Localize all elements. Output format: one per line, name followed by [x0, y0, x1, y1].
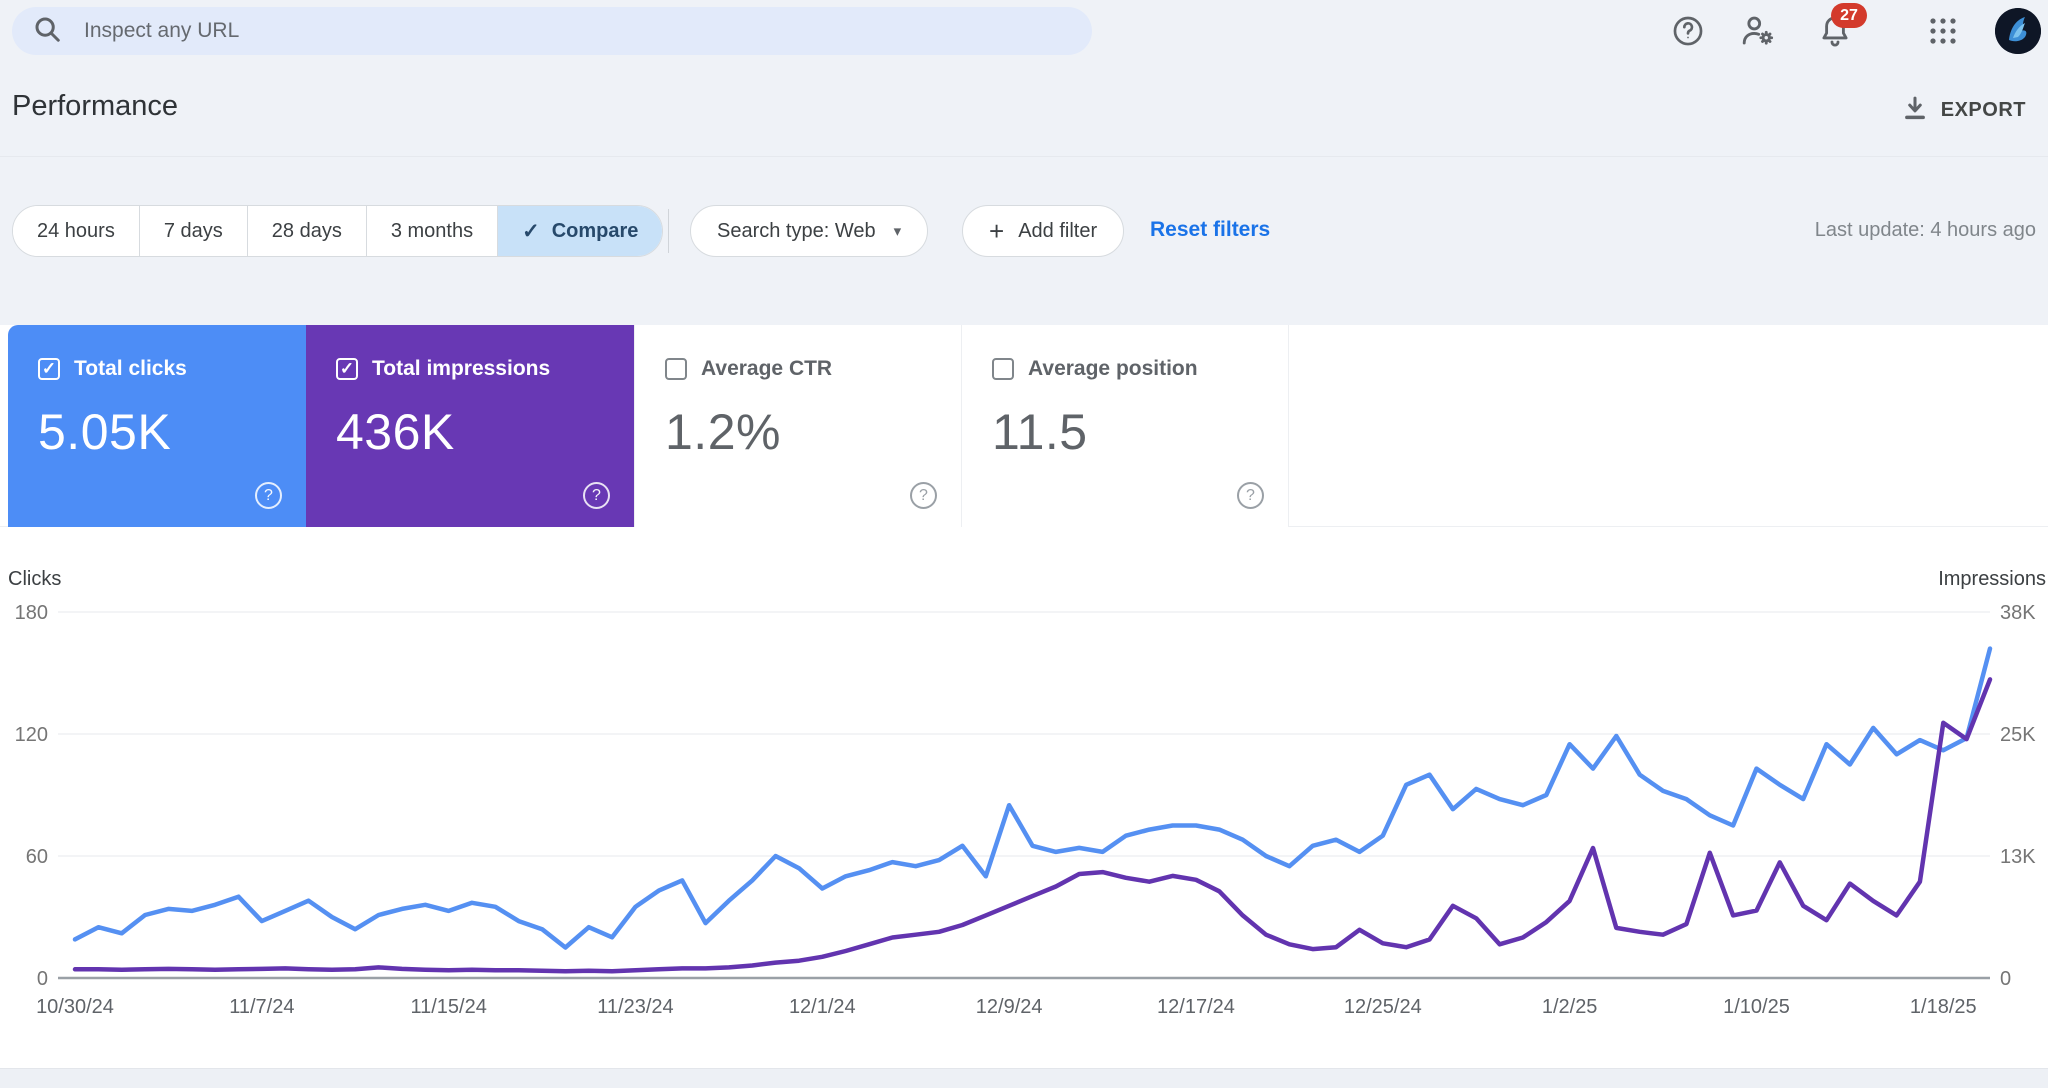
search-type-label: Search type: Web — [717, 220, 876, 243]
range-24-hours[interactable]: 24 hours — [13, 206, 140, 256]
compare-toggle[interactable]: ✓ Compare — [498, 206, 662, 256]
user-settings-icon[interactable] — [1734, 7, 1782, 55]
search-type-dropdown[interactable]: Search type: Web ▾ — [690, 205, 928, 257]
svg-text:12/25/24: 12/25/24 — [1344, 996, 1422, 1018]
svg-text:12/17/24: 12/17/24 — [1157, 996, 1235, 1018]
help-icon[interactable]: ? — [583, 482, 610, 509]
range-3-months[interactable]: 3 months — [367, 206, 498, 256]
metric-cards: ✓ Total clicks 5.05K ? ✓ Total impressio… — [0, 325, 2048, 527]
svg-text:Clicks: Clicks — [8, 568, 61, 590]
svg-text:38K: 38K — [2000, 602, 2036, 624]
svg-text:10/30/24: 10/30/24 — [36, 996, 114, 1018]
card-label: Total impressions — [372, 357, 550, 381]
svg-text:25K: 25K — [2000, 724, 2036, 746]
help-icon[interactable]: ? — [1237, 482, 1264, 509]
performance-panel: ✓ Total clicks 5.05K ? ✓ Total impressio… — [0, 325, 2048, 1068]
checkbox-average-position[interactable] — [992, 358, 1014, 380]
svg-text:0: 0 — [2000, 968, 2011, 990]
reset-filters-link[interactable]: Reset filters — [1150, 218, 1270, 242]
filter-separator — [668, 209, 669, 253]
svg-text:1/10/25: 1/10/25 — [1723, 996, 1790, 1018]
page-header: Performance EXPORT — [0, 64, 2048, 157]
date-range-group: 24 hours 7 days 28 days 3 months ✓ Compa… — [12, 205, 663, 257]
check-icon: ✓ — [522, 219, 540, 244]
svg-text:Impressions: Impressions — [1938, 568, 2046, 590]
total-impressions-value: 436K — [336, 403, 634, 461]
checkbox-total-impressions[interactable]: ✓ — [336, 358, 358, 380]
help-button[interactable] — [1664, 7, 1712, 55]
card-total-impressions[interactable]: ✓ Total impressions 436K ? — [306, 325, 634, 527]
plus-icon: + — [989, 218, 1004, 244]
range-7-days[interactable]: 7 days — [140, 206, 248, 256]
average-ctr-value: 1.2% — [665, 403, 961, 461]
search-input[interactable] — [84, 19, 984, 43]
svg-text:1/2/25: 1/2/25 — [1542, 996, 1598, 1018]
svg-text:11/23/24: 11/23/24 — [597, 996, 673, 1018]
total-clicks-value: 5.05K — [38, 403, 306, 461]
svg-text:11/7/24: 11/7/24 — [229, 996, 294, 1018]
apps-grid-icon[interactable] — [1919, 7, 1967, 55]
filter-row: 24 hours 7 days 28 days 3 months ✓ Compa… — [0, 157, 2048, 267]
svg-text:13K: 13K — [2000, 846, 2036, 868]
svg-text:120: 120 — [15, 724, 48, 746]
card-label: Total clicks — [74, 357, 187, 381]
performance-chart[interactable]: Clicks Impressions 180 38K 120 25K 60 13K 0 0 10/3… — [0, 555, 2048, 1055]
svg-text:0: 0 — [37, 968, 48, 990]
card-average-ctr[interactable]: Average CTR 1.2% ? — [634, 325, 961, 527]
card-average-position[interactable]: Average position 11.5 ? — [961, 325, 1289, 527]
top-bar: 27 — [0, 0, 2048, 64]
svg-text:60: 60 — [26, 846, 48, 868]
range-28-days[interactable]: 28 days — [248, 206, 367, 256]
export-label: EXPORT — [1941, 99, 2026, 122]
bottom-strip — [0, 1068, 2048, 1088]
notification-badge: 27 — [1831, 3, 1867, 28]
url-inspect-searchbar[interactable] — [12, 7, 1092, 55]
compare-label: Compare — [552, 220, 639, 243]
svg-text:12/1/24: 12/1/24 — [789, 996, 856, 1018]
page-title: Performance — [12, 90, 178, 123]
card-label: Average position — [1028, 357, 1198, 381]
add-filter-button[interactable]: + Add filter — [962, 205, 1124, 257]
help-icon[interactable]: ? — [910, 482, 937, 509]
help-icon[interactable]: ? — [255, 482, 282, 509]
card-total-clicks[interactable]: ✓ Total clicks 5.05K ? — [8, 325, 306, 527]
export-button[interactable]: EXPORT — [1893, 86, 2034, 134]
last-update-text: Last update: 4 hours ago — [1815, 219, 2036, 242]
card-label: Average CTR — [701, 357, 832, 381]
line-chart-svg: Clicks Impressions 180 38K 120 25K 60 13K 0 0 10/3… — [0, 555, 2048, 1055]
checkbox-average-ctr[interactable] — [665, 358, 687, 380]
svg-text:12/9/24: 12/9/24 — [976, 996, 1043, 1018]
chevron-down-icon: ▾ — [894, 222, 902, 240]
svg-text:180: 180 — [15, 602, 48, 624]
svg-text:1/18/25: 1/18/25 — [1910, 996, 1977, 1018]
notifications-button[interactable]: 27 — [1811, 7, 1859, 55]
svg-text:11/15/24: 11/15/24 — [410, 996, 486, 1018]
avatar[interactable] — [1995, 8, 2041, 54]
download-icon — [1901, 94, 1929, 127]
add-filter-label: Add filter — [1018, 220, 1097, 243]
search-icon — [32, 14, 62, 49]
average-position-value: 11.5 — [992, 403, 1288, 461]
checkbox-total-clicks[interactable]: ✓ — [38, 358, 60, 380]
